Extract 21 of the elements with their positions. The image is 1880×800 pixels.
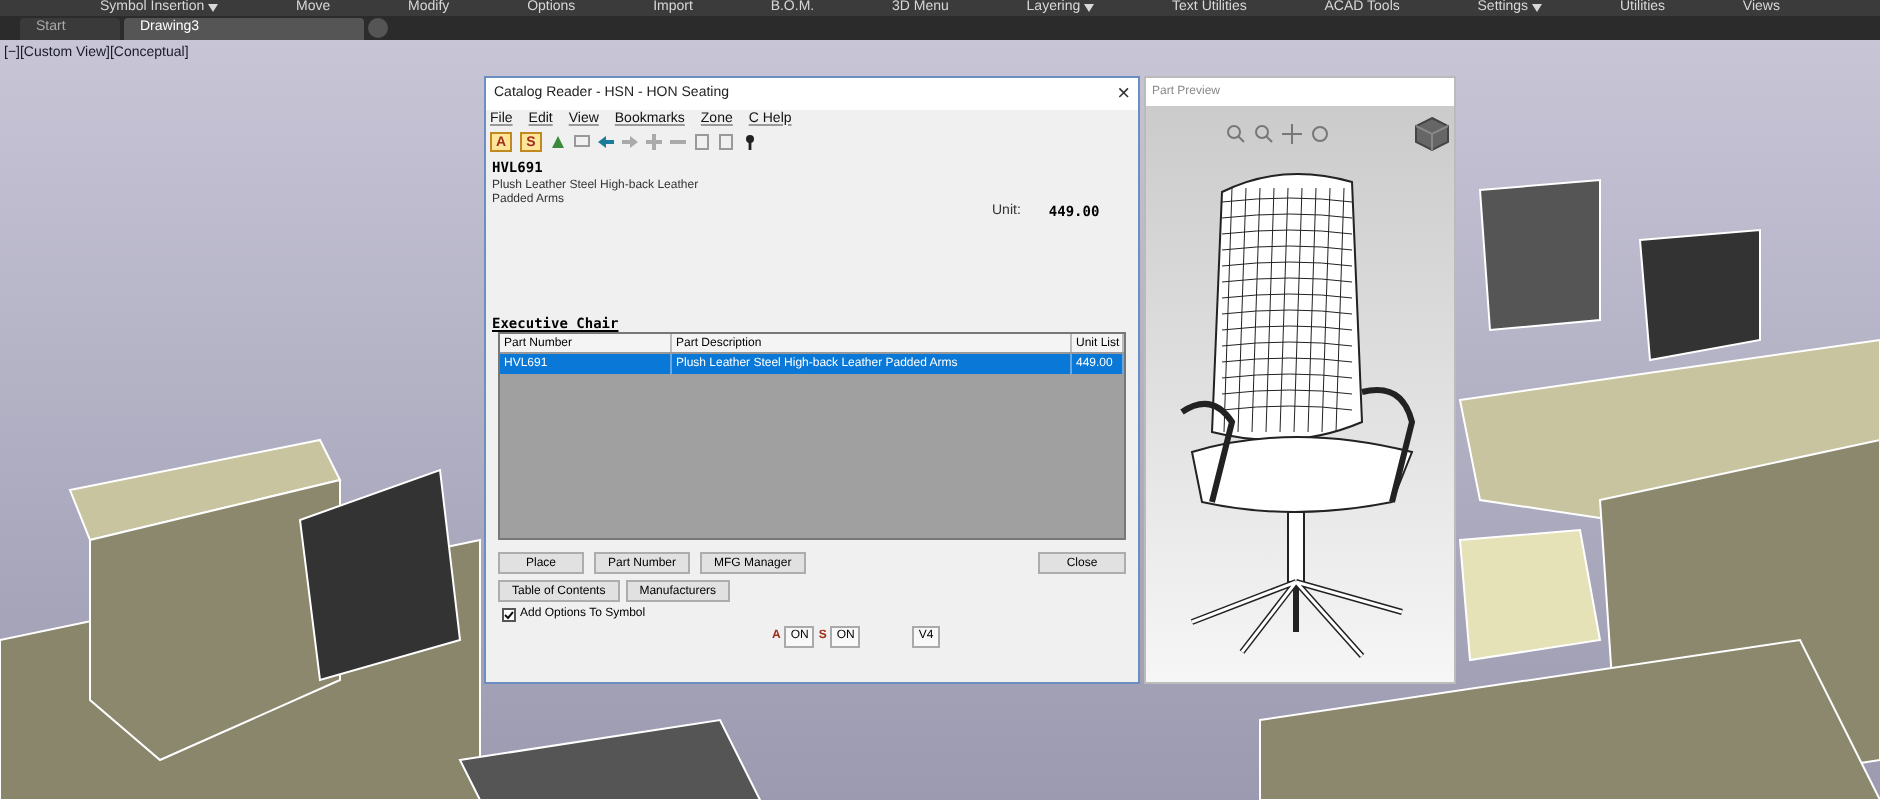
new-tab-icon[interactable] (368, 18, 388, 38)
zoom-icon[interactable] (1254, 124, 1274, 144)
check-icon (504, 610, 514, 620)
plus-icon[interactable] (645, 134, 662, 150)
zoom-window-icon[interactable] (1226, 124, 1246, 144)
right-arrow-icon[interactable] (621, 134, 638, 150)
key-icon[interactable] (741, 134, 758, 150)
minus-icon[interactable] (669, 134, 686, 150)
caret-icon[interactable] (1084, 4, 1095, 12)
orbit-icon[interactable] (1310, 124, 1330, 144)
checkbox[interactable] (502, 608, 516, 622)
caret-icon[interactable] (208, 4, 219, 12)
pan-icon[interactable] (1282, 124, 1302, 144)
monitor-icon[interactable] (573, 134, 590, 150)
left-arrow-icon[interactable] (597, 134, 614, 150)
monitor-shape (1638, 228, 1761, 362)
laptop-shape (1458, 528, 1602, 662)
caret-icon[interactable] (1532, 4, 1543, 12)
tree-icon[interactable] (549, 134, 566, 150)
view-cube-icon[interactable] (1414, 116, 1450, 152)
close-button[interactable]: × (1117, 83, 1130, 105)
